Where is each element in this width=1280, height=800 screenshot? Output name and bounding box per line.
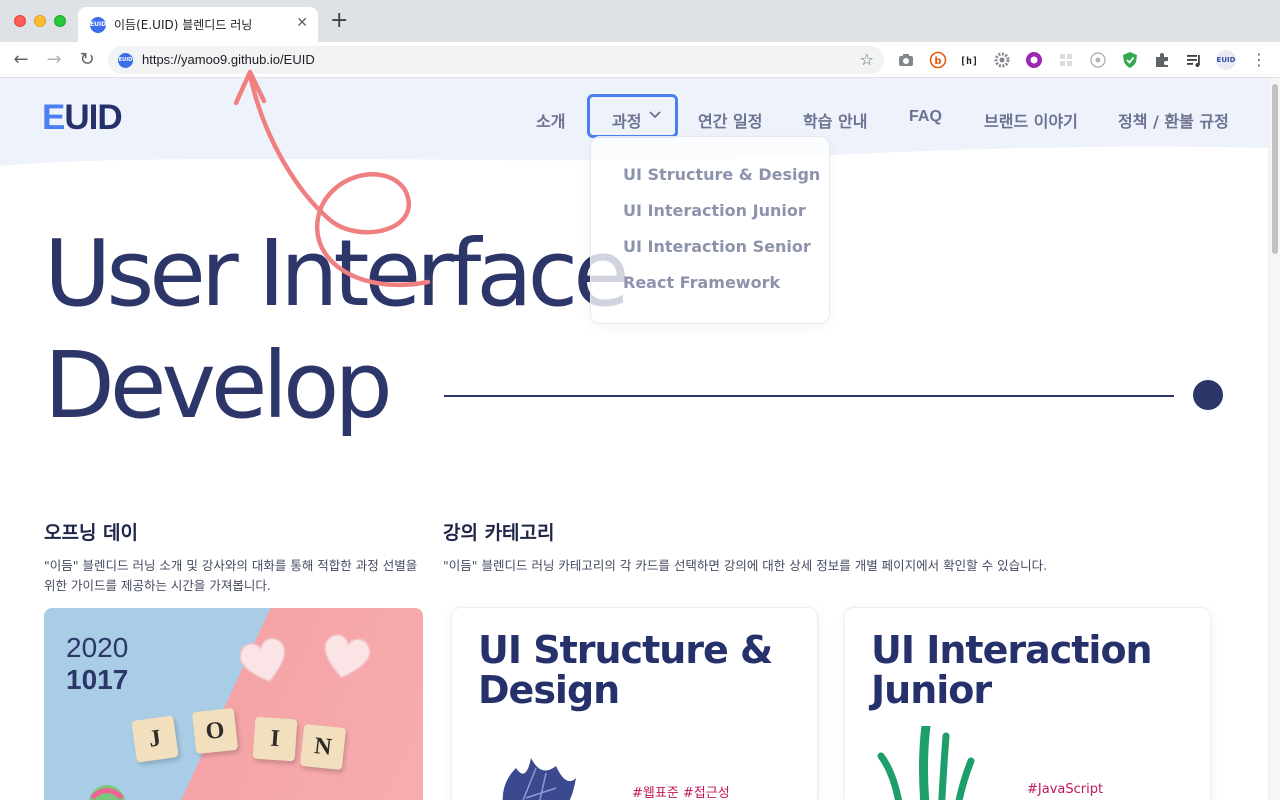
dropdown-item-ui-structure[interactable]: UI Structure & Design	[623, 165, 820, 184]
nav-brand[interactable]: 브랜드 이야기	[984, 108, 1078, 132]
tab-favicon-icon: EUID	[90, 17, 106, 33]
eye-icon[interactable]	[1089, 51, 1107, 69]
logo-e: E	[42, 98, 65, 137]
hero-divider-line	[444, 395, 1174, 397]
opening-desc: "이듬" 블렌디드 러닝 소개 및 강사와의 대화를 통해 적합한 과정 선별을…	[44, 558, 418, 593]
heart-icon	[324, 634, 371, 679]
tab-close-icon[interactable]: ✕	[296, 15, 308, 31]
course-title-line1: UI Interaction	[871, 628, 1153, 672]
opening-title: 오프닝 데이	[44, 522, 139, 544]
scrollbar-thumb[interactable]	[1272, 84, 1278, 254]
maximize-window-button[interactable]	[54, 15, 66, 27]
course-card-ui-junior[interactable]: UI Interaction Junior #JavaScript	[844, 607, 1211, 800]
minimize-window-button[interactable]	[34, 15, 46, 27]
b-icon[interactable]: b	[929, 51, 947, 69]
course-title-line2: Design	[478, 668, 620, 712]
gear-icon[interactable]	[993, 51, 1011, 69]
shield-icon[interactable]	[1121, 51, 1139, 69]
dropdown-item-react[interactable]: React Framework	[623, 273, 780, 292]
playlist-icon[interactable]	[1185, 51, 1203, 69]
site-logo[interactable]: EUID	[42, 98, 123, 138]
svg-text:[h]: [h]	[960, 56, 978, 67]
nav-schedule[interactable]: 연간 일정	[698, 108, 762, 132]
course-tags: #JavaScript	[1027, 782, 1104, 797]
web-page: EUID 소개 과정 연간 일정 학습 안내 FAQ 브랜드 이야기 정책 / …	[0, 78, 1268, 800]
leaf-illustration-icon	[502, 758, 576, 800]
new-tab-button[interactable]: +	[330, 10, 348, 32]
page-scrollbar[interactable]	[1268, 78, 1280, 800]
reload-button[interactable]: ↻	[75, 48, 99, 72]
course-title-line1: UI Structure &	[478, 628, 773, 672]
hero-title-line2: Develop	[44, 332, 393, 439]
close-window-button[interactable]	[14, 15, 26, 27]
letter-tile-n: N	[299, 723, 347, 771]
hi-icon[interactable]: [h]	[960, 51, 978, 69]
nav-courses[interactable]: 과정	[587, 94, 678, 138]
category-desc: "이듬" 블렌디드 러닝 카테고리의 각 카드를 선택하면 강의에 대한 상세 …	[443, 558, 1048, 573]
nav-policy[interactable]: 정책 / 환불 규정	[1118, 108, 1229, 132]
course-tags: #웹표준 #접근성	[632, 786, 730, 800]
tab-title: 이듬(E.UID) 블렌디드 러닝	[114, 18, 253, 32]
courses-dropdown-menu: UI Structure & Design UI Interaction Jun…	[590, 136, 830, 324]
nav-courses-label: 과정	[612, 112, 642, 131]
nav-guide[interactable]: 학습 안내	[803, 108, 867, 132]
course-card-title: UI Structure & Design	[478, 628, 773, 712]
dropdown-item-ui-junior[interactable]: UI Interaction Junior	[623, 201, 806, 220]
puzzle-icon[interactable]	[1153, 51, 1171, 69]
nav-intro[interactable]: 소개	[536, 108, 565, 132]
course-card-title: UI Interaction Junior	[871, 628, 1153, 712]
menu-kebab-icon[interactable]: ⋮	[1250, 51, 1268, 69]
hero-title: User Interface Develop	[44, 218, 630, 442]
back-button[interactable]: ←	[9, 48, 33, 72]
url-text[interactable]: https://yamoo9.github.io/EUID	[142, 52, 315, 67]
grid-icon[interactable]	[1057, 51, 1075, 69]
site-favicon-icon: EUID	[118, 53, 133, 68]
browser-window: EUID 이듬(E.UID) 블렌디드 러닝 ✕ + ← → ↻ EUID ht…	[0, 0, 1280, 800]
hero-title-line1: User Interface	[44, 220, 630, 327]
plant-illustration-icon	[877, 726, 975, 800]
opening-date: 1017	[66, 664, 129, 695]
logo-text: UID	[64, 98, 122, 137]
course-card-ui-structure[interactable]: UI Structure & Design #웹표준 #접근성	[451, 607, 818, 800]
candy-icon	[89, 785, 125, 800]
browser-toolbar: ← → ↻ EUID https://yamoo9.github.io/EUID…	[0, 42, 1280, 78]
profile-avatar[interactable]: EUID	[1216, 50, 1236, 70]
bookmark-star-icon[interactable]: ☆	[860, 50, 874, 69]
address-bar[interactable]: EUID https://yamoo9.github.io/EUID ☆	[108, 46, 884, 74]
nav-faq[interactable]: FAQ	[909, 108, 942, 126]
letter-tile-o: O	[191, 707, 239, 755]
svg-text:b: b	[934, 56, 941, 67]
letter-tile-i: I	[252, 716, 298, 762]
tab-bar: EUID 이듬(E.UID) 블렌디드 러닝 ✕ +	[0, 0, 1280, 42]
forward-button[interactable]: →	[42, 48, 66, 72]
category-title: 강의 카테고리	[443, 522, 555, 544]
hero-dot	[1193, 380, 1223, 410]
opening-day-card[interactable]: 2020 1017 J O I N	[44, 608, 423, 800]
dropdown-item-ui-senior[interactable]: UI Interaction Senior	[623, 237, 811, 256]
letter-tile-j: J	[131, 715, 179, 763]
music-icon[interactable]	[1025, 51, 1043, 69]
browser-tab[interactable]: EUID 이듬(E.UID) 블렌디드 러닝 ✕	[78, 7, 318, 42]
opening-year: 2020	[66, 632, 129, 663]
course-title-line2: Junior	[871, 668, 992, 712]
camera-icon[interactable]	[897, 51, 915, 69]
heart-icon	[239, 637, 286, 683]
chevron-down-icon	[648, 107, 662, 125]
